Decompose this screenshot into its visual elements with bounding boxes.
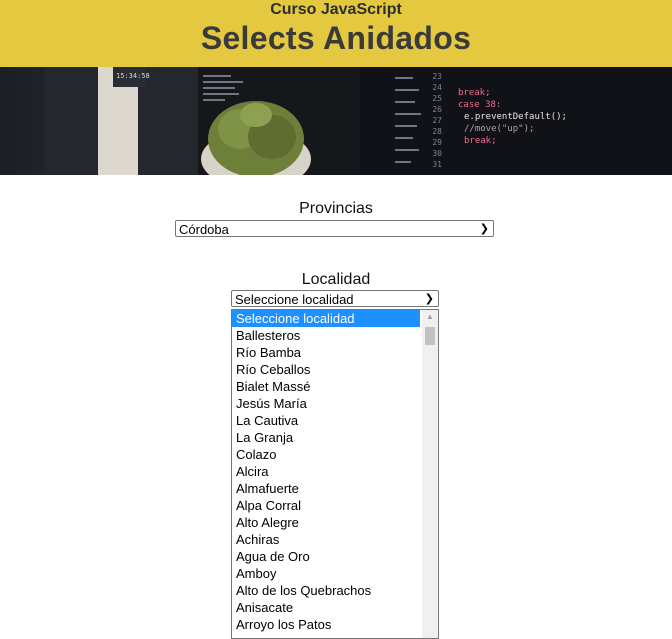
- scrollbar-thumb[interactable]: [425, 327, 435, 345]
- chevron-down-icon: ❯: [424, 293, 434, 305]
- banner-illustration: 15:34:58: [45, 67, 672, 175]
- code-line: //move("up");: [464, 124, 535, 134]
- line-number: 29: [432, 138, 442, 147]
- list-item[interactable]: Alpa Corral: [232, 497, 420, 514]
- list-item[interactable]: Achiras: [232, 531, 420, 548]
- localidad-label: Localidad: [301, 271, 371, 288]
- code-line: break;: [458, 88, 491, 98]
- list-item[interactable]: Alto Alegre: [232, 514, 420, 531]
- list-item[interactable]: La Granja: [232, 429, 420, 446]
- list-item[interactable]: Jesús María: [232, 395, 420, 412]
- list-item[interactable]: Amboy: [232, 565, 420, 582]
- list-item[interactable]: Agua de Oro: [232, 548, 420, 565]
- localidad-selected-value: Seleccione localidad: [235, 292, 354, 307]
- code-line: break;: [464, 136, 497, 146]
- banner-image: 15:34:58 23 24 25 26 27 28 29 30 31 brea…: [0, 67, 672, 175]
- page-title: Selects Anidados: [200, 20, 472, 56]
- list-item[interactable]: Almafuerte: [232, 480, 420, 497]
- localidad-select[interactable]: Seleccione localidad ❯: [231, 290, 439, 307]
- line-number: 24: [432, 83, 442, 92]
- list-item[interactable]: Río Bamba: [232, 344, 420, 361]
- list-item[interactable]: Colazo: [232, 446, 420, 463]
- list-item[interactable]: Seleccione localidad: [232, 310, 420, 327]
- provincias-selected-value: Córdoba: [179, 222, 229, 237]
- list-item[interactable]: La Cautiva: [232, 412, 420, 429]
- banner-code: break; case 38: e.preventDefault(); //mo…: [458, 87, 567, 147]
- list-item[interactable]: Río Ceballos: [232, 361, 420, 378]
- line-number: 27: [432, 116, 442, 125]
- list-item[interactable]: Bialet Massé: [232, 378, 420, 395]
- page-header: Curso JavaScript Selects Anidados: [0, 0, 672, 67]
- chevron-down-icon: ❯: [479, 223, 489, 235]
- course-subtitle: Curso JavaScript: [270, 1, 402, 18]
- list-item[interactable]: Alto de los Quebrachos: [232, 582, 420, 599]
- banner-line-numbers: 23 24 25 26 27 28 29 30 31: [428, 71, 442, 170]
- list-item[interactable]: Anisacate: [232, 599, 420, 616]
- svg-text:15:34:58: 15:34:58: [116, 72, 150, 80]
- line-number: 25: [432, 94, 442, 103]
- list-item[interactable]: Alcira: [232, 463, 420, 480]
- list-item[interactable]: Arroyo los Patos: [232, 616, 420, 633]
- line-number: 23: [432, 72, 442, 81]
- localidad-dropdown-list[interactable]: Seleccione localidad Ballesteros Río Bam…: [231, 309, 439, 639]
- code-line: e.preventDefault();: [464, 112, 567, 122]
- line-number: 31: [432, 160, 442, 169]
- provincias-label: Provincias: [299, 200, 373, 217]
- line-number: 28: [432, 127, 442, 136]
- dropdown-scrollbar[interactable]: ▲: [422, 310, 438, 638]
- list-item[interactable]: Ballesteros: [232, 327, 420, 344]
- line-number: 26: [432, 105, 442, 114]
- line-number: 30: [432, 149, 442, 158]
- code-line: case 38:: [458, 100, 502, 110]
- provincias-select[interactable]: Córdoba ❯: [175, 220, 494, 237]
- scroll-up-arrow-icon[interactable]: ▲: [422, 312, 438, 321]
